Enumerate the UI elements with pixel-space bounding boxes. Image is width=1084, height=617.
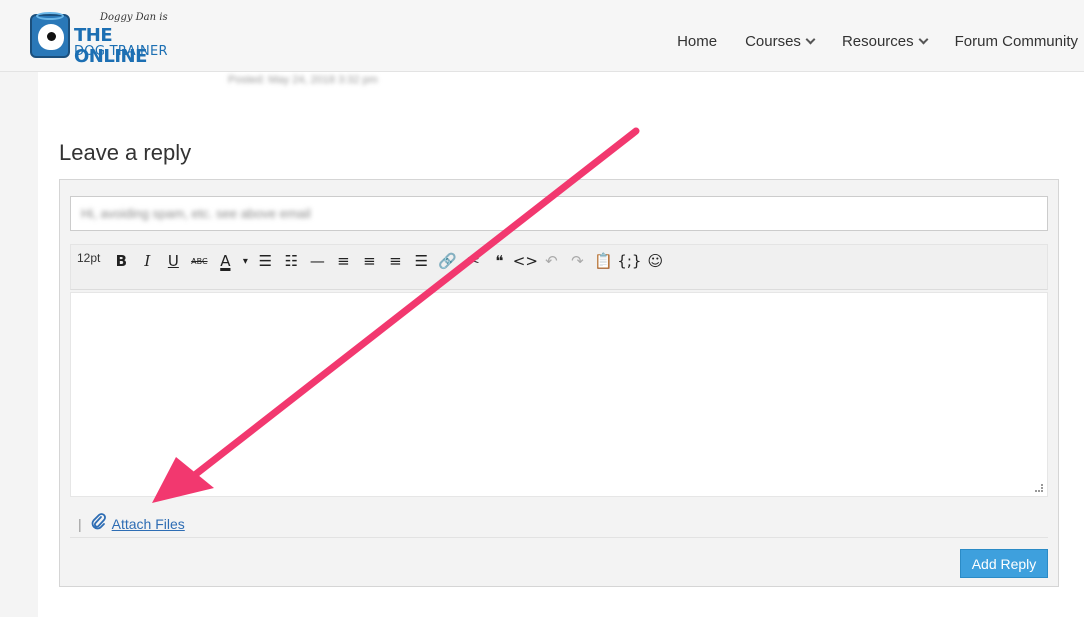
chevron-down-icon: [918, 34, 929, 45]
add-reply-button[interactable]: Add Reply: [960, 549, 1048, 578]
attach-files-link[interactable]: Attach Files: [112, 516, 185, 532]
italic-button[interactable]: I: [134, 249, 160, 273]
nav-forum-community-label: Forum Community: [954, 33, 1078, 50]
bullet-list-button[interactable]: ☰: [252, 249, 278, 273]
reply-heading: Leave a reply: [59, 140, 192, 165]
source-code-icon[interactable]: {;}: [616, 249, 642, 273]
dog-logo-icon: [30, 12, 70, 58]
nav-courses-label: Courses: [745, 33, 801, 50]
site-header: Doggy Dan is THE ONLINE DOG TRAINER Home…: [0, 0, 1084, 72]
nav-forum-community[interactable]: Forum Community: [955, 33, 1078, 50]
insert-link-icon[interactable]: 🔗: [434, 249, 460, 273]
reply-subject-value: Hi, avoiding spam, etc. see above email: [81, 206, 311, 221]
align-center-button[interactable]: ≡: [356, 249, 382, 273]
paste-icon[interactable]: 📋: [590, 249, 616, 273]
resize-handle-icon[interactable]: [1035, 484, 1043, 492]
text-color-button[interactable]: A: [212, 249, 238, 273]
blockquote-icon[interactable]: ❝: [486, 249, 512, 273]
divider: |: [78, 515, 82, 532]
nav-home[interactable]: Home: [677, 33, 717, 50]
chevron-down-icon: [805, 34, 816, 45]
numbered-list-button[interactable]: ☷: [278, 249, 304, 273]
nav-courses[interactable]: Courses: [745, 33, 816, 50]
font-size-select[interactable]: 12pt: [73, 249, 104, 267]
unlink-icon[interactable]: ✂: [460, 249, 486, 273]
reply-editor-area[interactable]: [70, 292, 1048, 497]
reply-subject-input[interactable]: Hi, avoiding spam, etc. see above email: [70, 196, 1048, 231]
reply-form: Hi, avoiding spam, etc. see above email …: [59, 179, 1059, 587]
attach-files-row: | Attach Files: [70, 510, 1048, 538]
undo-icon[interactable]: ↶: [538, 249, 564, 273]
redo-icon[interactable]: ↷: [564, 249, 590, 273]
align-right-button[interactable]: ≡: [382, 249, 408, 273]
underline-button[interactable]: U: [160, 249, 186, 273]
bold-button[interactable]: B: [108, 249, 134, 273]
code-icon[interactable]: <>: [512, 249, 538, 273]
nav-resources-label: Resources: [841, 33, 914, 50]
nav-resources[interactable]: Resources: [841, 33, 929, 50]
text-color-dropdown[interactable]: ▾: [238, 249, 252, 273]
emoji-icon[interactable]: ☺: [642, 249, 668, 273]
logo-subtitle: DOG TRAINER: [74, 44, 168, 59]
nav-home-label: Home: [677, 33, 718, 50]
main-content: Posted: May 24, 2018 3:32 pm Leave a rep…: [38, 72, 1084, 617]
paperclip-icon[interactable]: [90, 512, 106, 535]
align-left-button[interactable]: ≡: [330, 249, 356, 273]
post-timestamp: Posted: May 24, 2018 3:32 pm: [228, 74, 378, 86]
main-nav: Home Courses Resources Forum Community: [677, 33, 1078, 50]
strikethrough-button[interactable]: ABC: [186, 249, 212, 273]
logo-tagline: Doggy Dan is: [100, 12, 168, 23]
editor-toolbar: 12pt B I U ABC A ▾ ☰ ☷ — ≡ ≡ ≡ ☰ 🔗 ✂ ❝ <…: [70, 244, 1048, 290]
site-logo[interactable]: Doggy Dan is THE ONLINE DOG TRAINER: [30, 10, 190, 67]
justify-button[interactable]: ☰: [408, 249, 434, 273]
horizontal-rule-button[interactable]: —: [304, 249, 330, 273]
